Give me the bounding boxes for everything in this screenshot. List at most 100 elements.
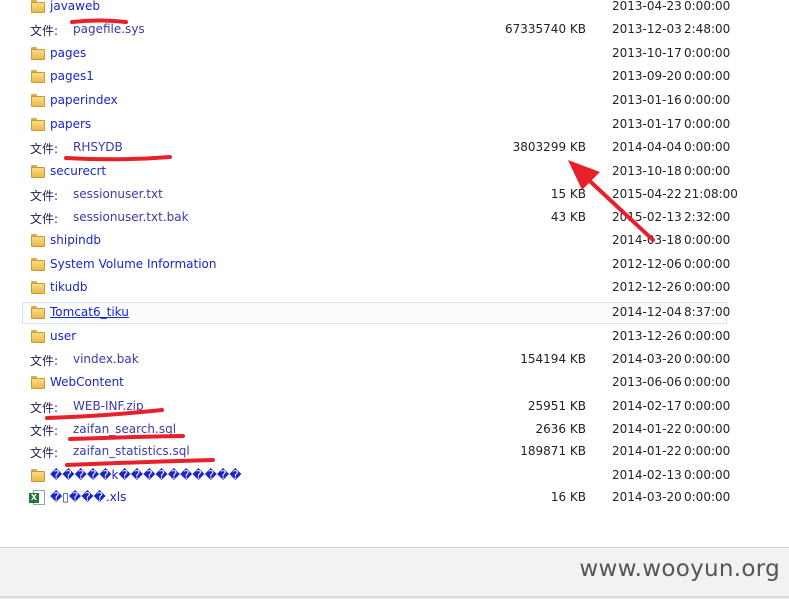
file-type-label: 文件:	[30, 446, 59, 460]
modified-time: 21:08:00	[684, 187, 738, 201]
file-row[interactable]: 文件: sessionuser.txt 15 KB 2015-04-22 21:08:0…	[0, 184, 789, 206]
file-link[interactable]: sessionuser.txt	[73, 187, 163, 201]
folder-link[interactable]: System Volume Information	[50, 257, 216, 271]
modified-date: 2013-12-26	[612, 329, 682, 343]
file-link[interactable]: zaifan_statistics.sql	[73, 444, 190, 458]
folder-link[interactable]: Tomcat6_tiku	[50, 305, 129, 319]
folder-link[interactable]: javaweb	[50, 0, 100, 13]
file-type-label: 文件:	[30, 142, 59, 156]
modified-time: 0:00:00	[684, 117, 731, 131]
folder-row[interactable]: Tomcat6_tiku 2014-12-04 8:37:00	[0, 302, 789, 324]
file-row[interactable]: 文件: sessionuser.txt.bak 43 KB 2015-02-13 2:3…	[0, 207, 789, 229]
modified-date: 2012-12-26	[612, 280, 682, 294]
modified-date: 2013-09-20	[612, 69, 682, 83]
folder-link[interactable]: tikudb	[50, 280, 87, 294]
folder-row[interactable]: javaweb 2013-04-23 0:00:00	[0, 0, 789, 18]
folder-row[interactable]: tikudb 2012-12-26 0:00:00	[0, 277, 789, 299]
file-row[interactable]: 文件: WEB-INF.zip 25951 KB 2014-02-17 0:00:00	[0, 396, 789, 418]
folder-icon	[31, 165, 45, 178]
folder-link[interactable]: papers	[50, 117, 91, 131]
modified-date: 2013-01-17	[612, 117, 682, 131]
modified-time: 0:00:00	[684, 375, 731, 389]
folder-icon	[31, 376, 45, 389]
folder-row[interactable]: pages 2013-10-17 0:00:00	[0, 43, 789, 65]
folder-row[interactable]: �����k���������� 2014-02-13 0:00:00	[0, 465, 789, 487]
modified-time: 0:00:00	[684, 280, 731, 294]
file-size: 154194 KB	[520, 352, 586, 366]
modified-time: 0:00:00	[684, 69, 731, 83]
folder-row[interactable]: pages1 2013-09-20 0:00:00	[0, 66, 789, 88]
modified-date: 2015-02-13	[612, 210, 682, 224]
modified-time: 0:00:00	[684, 444, 731, 458]
file-size: 25951 KB	[527, 399, 586, 413]
file-link[interactable]: zaifan_search.sql	[73, 422, 176, 436]
file-link[interactable]: pagefile.sys	[73, 22, 145, 36]
modified-time: 0:00:00	[684, 233, 731, 247]
modified-time: 2:32:00	[684, 210, 731, 224]
folder-icon	[31, 94, 45, 107]
modified-date: 2013-10-18	[612, 164, 682, 178]
file-link[interactable]: WEB-INF.zip	[73, 399, 144, 413]
modified-date: 2013-12-03	[612, 22, 682, 36]
file-row[interactable]: 文件: RHSYDB 3803299 KB 2014-04-04 0:00:00	[0, 137, 789, 159]
watermark-text: www.wooyun.org	[579, 556, 780, 582]
modified-date: 2014-03-20	[612, 490, 682, 504]
modified-date: 2012-12-06	[612, 257, 682, 271]
folder-row[interactable]: paperindex 2013-01-16 0:00:00	[0, 90, 789, 112]
modified-time: 0:00:00	[684, 329, 731, 343]
modified-date: 2014-12-04	[612, 305, 682, 319]
modified-date: 2014-01-22	[612, 444, 682, 458]
file-type-label: 文件:	[30, 424, 59, 438]
folder-row[interactable]: shipindb 2014-03-18 0:00:00	[0, 230, 789, 252]
file-size: 15 KB	[550, 187, 586, 201]
modified-date: 2013-10-17	[612, 46, 682, 60]
modified-time: 0:00:00	[684, 93, 731, 107]
modified-time: 0:00:00	[684, 46, 731, 60]
folder-link[interactable]: pages	[50, 46, 86, 60]
folder-link[interactable]: user	[50, 329, 76, 343]
modified-date: 2014-02-13	[612, 468, 682, 482]
modified-time: 2:48:00	[684, 22, 731, 36]
modified-date: 2014-03-20	[612, 352, 682, 366]
folder-row[interactable]: papers 2013-01-17 0:00:00	[0, 114, 789, 136]
folder-icon	[31, 234, 45, 247]
folder-row[interactable]: System Volume Information 2012-12-06 0:00:…	[0, 254, 789, 276]
folder-icon	[31, 469, 45, 482]
folder-link[interactable]: paperindex	[50, 93, 118, 107]
file-size: 16 KB	[550, 490, 586, 504]
file-size: 67335740 KB	[505, 22, 586, 36]
modified-time: 0:00:00	[684, 164, 731, 178]
modified-time: 0:00:00	[684, 468, 731, 482]
folder-icon	[31, 118, 45, 131]
modified-date: 2013-01-16	[612, 93, 682, 107]
modified-time: 0:00:00	[684, 490, 731, 504]
folder-link[interactable]: WebContent	[50, 375, 124, 389]
modified-time: 0:00:00	[684, 257, 731, 271]
file-row[interactable]: X �▯���.xls 16 KB 2014-03-20 0:00:00	[0, 487, 789, 509]
folder-icon	[31, 306, 45, 319]
folder-row[interactable]: securecrt 2013-10-18 0:00:00	[0, 161, 789, 183]
modified-date: 2013-04-23	[612, 0, 682, 13]
folder-icon	[31, 258, 45, 271]
file-row[interactable]: 文件: pagefile.sys 67335740 KB 2013-12-03 2:48…	[0, 19, 789, 41]
folder-icon	[31, 330, 45, 343]
folder-link[interactable]: �����k����������	[50, 468, 242, 482]
modified-date: 2014-04-04	[612, 140, 682, 154]
file-link[interactable]: �▯���.xls	[50, 490, 126, 504]
folder-icon	[31, 47, 45, 60]
folder-row[interactable]: WebContent 2013-06-06 0:00:00	[0, 372, 789, 394]
modified-date: 2015-04-22	[612, 187, 682, 201]
file-type-label: 文件:	[30, 24, 59, 38]
file-link[interactable]: vindex.bak	[73, 352, 139, 366]
file-link[interactable]: sessionuser.txt.bak	[73, 210, 189, 224]
folder-icon	[31, 281, 45, 294]
file-row[interactable]: 文件: vindex.bak 154194 KB 2014-03-20 0:00:00	[0, 349, 789, 371]
modified-date: 2013-06-06	[612, 375, 682, 389]
folder-link[interactable]: pages1	[50, 69, 94, 83]
file-row[interactable]: 文件: zaifan_search.sql 2636 KB 2014-01-22 0:0…	[0, 419, 789, 441]
folder-link[interactable]: securecrt	[50, 164, 106, 178]
folder-row[interactable]: user 2013-12-26 0:00:00	[0, 326, 789, 348]
file-row[interactable]: 文件: zaifan_statistics.sql 189871 KB 2014-01…	[0, 441, 789, 463]
file-link[interactable]: RHSYDB	[73, 140, 123, 154]
folder-link[interactable]: shipindb	[50, 233, 101, 247]
